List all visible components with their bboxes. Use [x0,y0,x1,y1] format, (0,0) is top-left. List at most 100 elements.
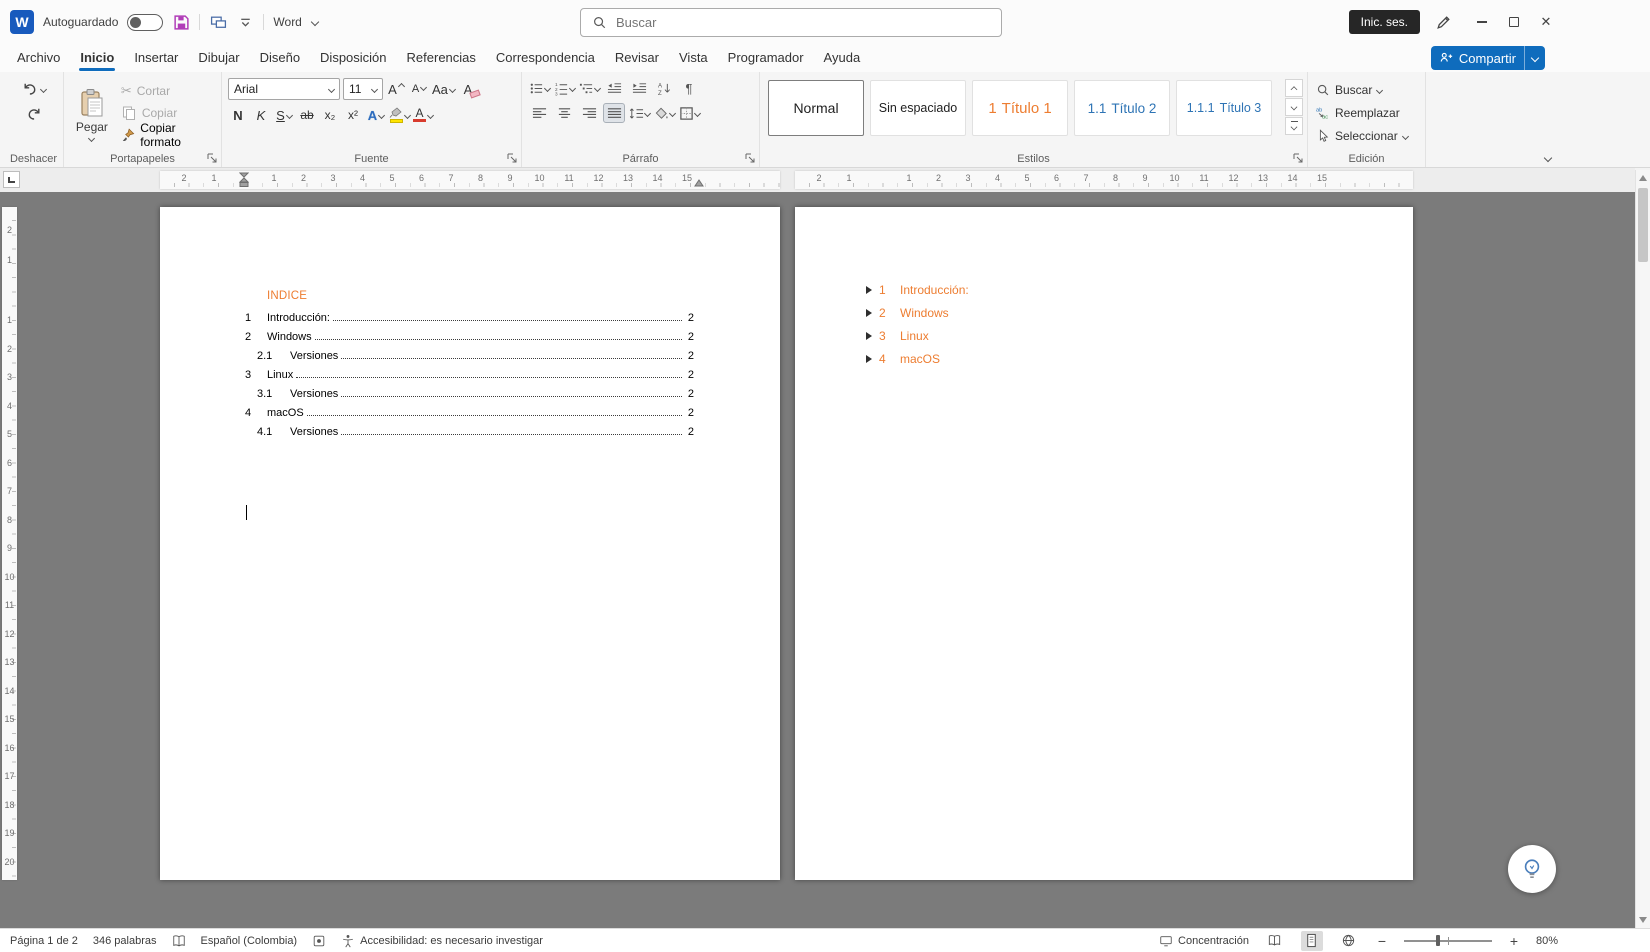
language-selector[interactable]: Español (Colombia) [201,929,298,952]
read-mode-view-button[interactable] [1264,931,1286,951]
zoom-level[interactable]: 80% [1536,929,1558,952]
tab-vista[interactable]: Vista [670,46,717,72]
increase-indent-button[interactable] [628,78,650,98]
style-normal[interactable]: Normal [768,80,864,136]
tab-referencias[interactable]: Referencias [398,46,485,72]
redo-button[interactable] [21,103,47,125]
styles-gallery-expand-button[interactable] [1285,117,1303,135]
toc-entry[interactable]: 2 Windows 2 [245,324,694,343]
page-indicator[interactable]: Página 1 de 2 [10,929,78,952]
collapse-triangle-icon[interactable] [866,354,872,363]
toc-entry[interactable]: 3 Linux 2 [245,362,694,381]
show-paragraph-marks-button[interactable]: ¶ [678,78,700,98]
collapse-triangle-icon[interactable] [866,308,872,317]
scroll-down-arrow-icon[interactable] [1639,917,1647,923]
collapse-triangle-icon[interactable] [866,331,872,340]
shading-button[interactable] [653,103,676,123]
bold-button[interactable]: N [228,105,248,125]
scrollbar-thumb[interactable] [1638,188,1648,262]
align-center-button[interactable] [553,103,575,123]
style-titulo-3[interactable]: 1.1.1 Título 3 [1176,80,1272,136]
style-titulo-1[interactable]: 1 Título 1 [972,80,1068,136]
toc-entry[interactable]: 3.1 Versiones 2 [245,381,694,400]
indent-marker[interactable] [239,172,249,188]
grow-font-button[interactable]: A [386,79,406,99]
close-button[interactable]: ✕ [1530,7,1562,37]
collapse-ribbon-chevron-icon[interactable] [1544,154,1552,162]
tab-correspondencia[interactable]: Correspondencia [487,46,604,72]
text-effects-button[interactable]: A [366,105,386,125]
shrink-font-button[interactable]: A [409,79,429,99]
borders-button[interactable] [678,103,701,123]
chevron-down-icon[interactable] [311,18,319,26]
font-dialog-launcher-icon[interactable] [507,153,518,164]
minimize-button[interactable] [1466,7,1498,37]
line-spacing-button[interactable] [628,103,651,123]
format-painter-button[interactable]: Copiar formato [118,121,215,149]
styles-scroll-up-button[interactable] [1285,79,1303,97]
document-page-1[interactable]: INDICE 1 Introducción: 2 2 Windows 2 2.1… [160,207,780,880]
outline-heading[interactable]: 2 Windows [866,301,1413,324]
paste-button[interactable]: Pegar [70,78,114,149]
right-indent-marker[interactable] [694,179,704,187]
help-lightbulb-button[interactable] [1508,845,1556,893]
tab-revisar[interactable]: Revisar [606,46,668,72]
tab-inicio[interactable]: Inicio [71,46,123,72]
underline-button[interactable]: S [274,105,294,125]
highlight-color-button[interactable] [389,105,412,125]
outline-heading[interactable]: 3 Linux [866,324,1413,347]
zoom-slider[interactable] [1403,935,1492,946]
screens-icon[interactable] [209,13,227,31]
toc-entry[interactable]: 1 Introducción: 2 [245,305,694,324]
collapse-triangle-icon[interactable] [866,285,872,294]
inking-pen-icon[interactable] [1434,13,1452,31]
strikethrough-button[interactable]: ab [297,105,317,125]
styles-scroll-down-button[interactable] [1285,98,1303,116]
maximize-button[interactable] [1498,7,1530,37]
font-color-button[interactable]: A [413,105,435,125]
toc-entry[interactable]: 2.1 Versiones 2 [245,343,694,362]
macro-record-button[interactable] [312,929,326,952]
zoom-slider-thumb[interactable] [1435,935,1441,946]
proofing-status[interactable] [172,929,186,952]
clear-formatting-button[interactable]: A [458,79,478,99]
share-button[interactable]: Compartir [1430,46,1545,70]
search-input[interactable] [616,15,956,30]
subscript-button[interactable]: x₂ [320,105,340,125]
quick-access-overflow-icon[interactable] [236,13,254,31]
justify-button[interactable] [603,103,625,123]
change-case-button[interactable]: Aa [432,79,456,99]
toc-entry[interactable]: 4.1 Versiones 2 [245,419,694,438]
replace-button[interactable]: ab ac Reemplazar [1314,103,1419,123]
paragraph-dialog-launcher-icon[interactable] [745,153,756,164]
toc-entry[interactable]: 4 macOS 2 [245,400,694,419]
zoom-in-button[interactable]: + [1507,933,1521,949]
horizontal-ruler-page-2[interactable]: 21 1 2 3 4 5 6 7 8 9 10 11 12 13 14 15 [795,171,1413,189]
find-button[interactable]: Buscar [1314,80,1419,100]
scroll-up-arrow-icon[interactable] [1639,175,1647,181]
tab-insertar[interactable]: Insertar [125,46,187,72]
outline-heading[interactable]: 4 macOS [866,347,1413,370]
vertical-ruler[interactable]: 21 1 2 3 4 5 6 7 8 9 10 11 12 13 14 15 16 17 18 19 20 [2,207,17,880]
search-bar[interactable] [580,8,1002,37]
decrease-indent-button[interactable] [603,78,625,98]
outline-heading[interactable]: 1 Introducción: [866,278,1413,301]
font-size-combo[interactable]: 11 [343,78,383,100]
italic-button[interactable]: K [251,105,271,125]
accessibility-status[interactable]: Accesibilidad: es necesario investigar [341,929,543,952]
document-page-2[interactable]: 1 Introducción: 2 Windows 3 Linux 4 macO… [795,207,1413,880]
undo-button[interactable] [21,78,47,100]
tab-dibujar[interactable]: Dibujar [189,46,248,72]
styles-dialog-launcher-icon[interactable] [1293,153,1304,164]
print-layout-view-button[interactable] [1300,930,1323,951]
align-right-button[interactable] [578,103,600,123]
numbered-list-button[interactable]: 123 [553,78,576,98]
autosave-toggle[interactable] [127,13,164,31]
style-titulo-2[interactable]: 1.1 Título 2 [1074,80,1170,136]
sign-in-button[interactable]: Inic. ses. [1348,10,1420,34]
tab-disposicion[interactable]: Disposición [311,46,395,72]
vertical-scrollbar[interactable] [1635,170,1650,928]
tab-programador[interactable]: Programador [719,46,813,72]
horizontal-ruler[interactable]: 21 1 2 3 4 5 6 7 8 9 10 11 12 13 14 15 [160,171,780,189]
save-icon[interactable] [172,13,190,31]
